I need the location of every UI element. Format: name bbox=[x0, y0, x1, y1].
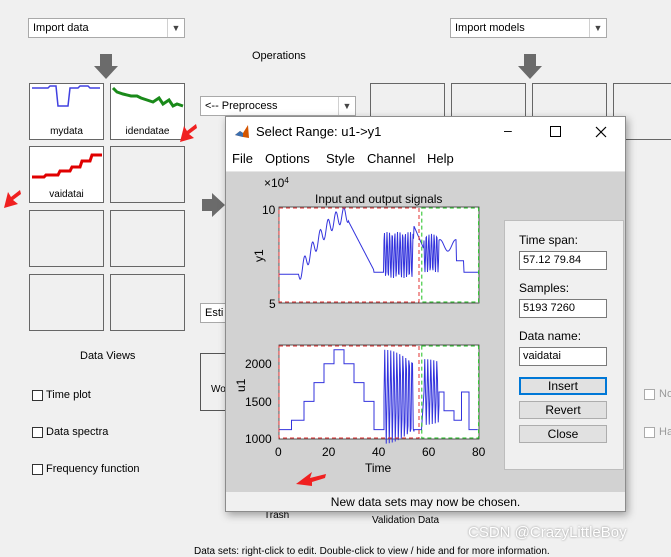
dialog-menubar: File Options Style Channel Help bbox=[226, 147, 625, 172]
model-view-label: No bbox=[659, 388, 671, 400]
u1-tick-2000: 2000 bbox=[245, 357, 272, 371]
x-axis-label: Time bbox=[365, 461, 392, 475]
working-data-label: Wo bbox=[211, 384, 226, 395]
menu-help[interactable]: Help bbox=[427, 151, 454, 166]
minimize-icon[interactable]: – bbox=[504, 122, 512, 138]
plot-area: ×104 Input and output signals 10 5 y1 20… bbox=[226, 172, 625, 492]
data-tile-mydata[interactable]: mydata bbox=[29, 83, 104, 140]
operations-label: Operations bbox=[252, 50, 306, 62]
exponent-label: ×104 bbox=[264, 176, 289, 190]
chevron-down-icon: ▼ bbox=[167, 19, 184, 37]
mydata-thumbnail bbox=[32, 85, 100, 107]
import-models-label: Import models bbox=[455, 22, 525, 34]
y1-tick-5: 5 bbox=[269, 297, 276, 311]
u1-tick-1500: 1500 bbox=[245, 395, 272, 409]
time-plot-label: Time plot bbox=[46, 389, 91, 401]
u1-axis-label: u1 bbox=[234, 378, 248, 392]
matlab-icon bbox=[235, 125, 249, 138]
dialog-title: Select Range: u1->y1 bbox=[256, 124, 382, 139]
data-spectra-checkbox[interactable] bbox=[32, 427, 43, 438]
x-tick-60: 60 bbox=[422, 445, 436, 459]
preprocess-select[interactable]: <-- Preprocess ▼ bbox=[200, 96, 356, 116]
frequency-function-checkbox[interactable] bbox=[32, 464, 43, 475]
data-spectra-label: Data spectra bbox=[46, 426, 109, 438]
import-data-select[interactable]: Import data ▼ bbox=[28, 18, 185, 38]
data-views-label: Data Views bbox=[80, 350, 136, 362]
samples-field[interactable]: 5193 7260 bbox=[519, 299, 607, 318]
range-panel: Time span: 57.12 79.84 Samples: 5193 726… bbox=[504, 220, 624, 470]
tile-label: mydata bbox=[50, 126, 83, 137]
data-tile-empty[interactable] bbox=[110, 210, 185, 267]
chevron-down-icon: ▼ bbox=[338, 97, 355, 115]
vaidatai-thumbnail bbox=[32, 153, 102, 179]
idendatae-thumbnail bbox=[111, 86, 184, 108]
preprocess-label: <-- Preprocess bbox=[205, 100, 278, 112]
import-models-select[interactable]: Import models ▼ bbox=[450, 18, 607, 38]
u1-axes bbox=[278, 344, 480, 440]
data-tile-empty[interactable] bbox=[29, 274, 104, 331]
x-tick-40: 40 bbox=[372, 445, 386, 459]
down-arrow-icon bbox=[518, 54, 542, 79]
revert-button[interactable]: Revert bbox=[519, 401, 607, 419]
x-tick-20: 20 bbox=[322, 445, 336, 459]
data-tile-empty[interactable] bbox=[29, 210, 104, 267]
watermark: CSDN @CrazyLittleBoy bbox=[468, 524, 627, 541]
samples-label: Samples: bbox=[519, 281, 570, 295]
select-range-dialog: Select Range: u1->y1 – File Options Styl… bbox=[225, 116, 626, 512]
time-plot-checkbox[interactable] bbox=[32, 390, 43, 401]
dialog-titlebar[interactable]: Select Range: u1->y1 – bbox=[226, 117, 625, 147]
time-span-field[interactable]: 57.12 79.84 bbox=[519, 251, 607, 270]
working-data-tile[interactable]: Wo bbox=[200, 353, 228, 411]
estimate-label: Esti bbox=[205, 307, 224, 319]
red-arrow-annotation bbox=[180, 124, 197, 142]
u1-tick-1000: 1000 bbox=[245, 432, 272, 446]
tile-label: idendatae bbox=[125, 126, 170, 137]
chevron-down-icon: ▼ bbox=[589, 19, 606, 37]
right-arrow-icon bbox=[202, 193, 225, 217]
x-tick-0: 0 bbox=[275, 445, 282, 459]
menu-style[interactable]: Style bbox=[326, 151, 355, 166]
model-view-label: Ha bbox=[659, 426, 671, 438]
close-button[interactable]: Close bbox=[519, 425, 607, 443]
y1-axis-label: y1 bbox=[252, 249, 266, 262]
red-arrow-annotation bbox=[296, 472, 326, 486]
frequency-function-label: Frequency function bbox=[46, 463, 140, 475]
data-tile-empty[interactable] bbox=[110, 146, 185, 203]
import-data-label: Import data bbox=[33, 22, 89, 34]
menu-channel[interactable]: Channel bbox=[367, 151, 415, 166]
data-name-label: Data name: bbox=[519, 329, 582, 343]
model-view-checkbox[interactable] bbox=[644, 427, 655, 438]
dialog-status: New data sets may now be chosen. bbox=[226, 493, 625, 511]
insert-button[interactable]: Insert bbox=[519, 377, 607, 395]
data-tile-idendatae[interactable]: idendatae bbox=[110, 83, 185, 140]
maximize-icon[interactable] bbox=[550, 126, 562, 138]
menu-options[interactable]: Options bbox=[265, 151, 310, 166]
x-tick-80: 80 bbox=[472, 445, 486, 459]
y1-axes bbox=[278, 206, 480, 304]
data-tile-empty[interactable] bbox=[110, 274, 185, 331]
data-tile-vaidatai[interactable]: vaidatai bbox=[29, 146, 104, 203]
time-span-label: Time span: bbox=[519, 233, 578, 247]
validation-data-label: Validation Data bbox=[372, 515, 440, 526]
menu-file[interactable]: File bbox=[232, 151, 253, 166]
model-view-checkbox[interactable] bbox=[644, 389, 655, 400]
chart-title: Input and output signals bbox=[315, 192, 442, 206]
close-icon[interactable] bbox=[595, 126, 607, 138]
y1-tick-10: 10 bbox=[262, 203, 276, 217]
down-arrow-icon bbox=[94, 54, 118, 79]
signals-chart[interactable]: ×104 Input and output signals 10 5 y1 20… bbox=[226, 172, 504, 492]
data-name-field[interactable]: vaidatai bbox=[519, 347, 607, 366]
red-arrow-annotation bbox=[4, 190, 21, 208]
tile-label: vaidatai bbox=[49, 189, 84, 200]
